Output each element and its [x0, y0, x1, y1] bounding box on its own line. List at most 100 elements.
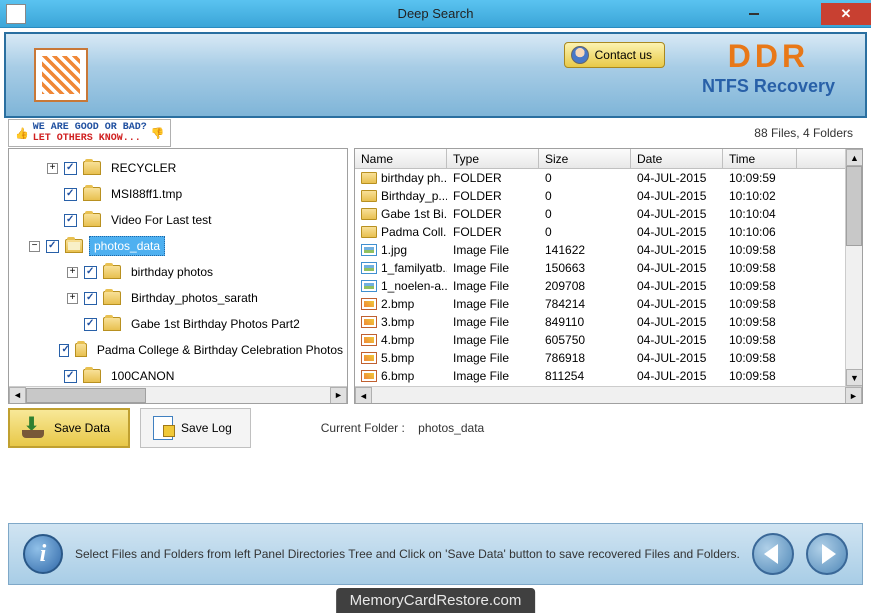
expander-placeholder	[47, 371, 58, 382]
cell-name: 1_familyatb...	[355, 261, 447, 275]
tree-node[interactable]: + RECYCLER	[9, 155, 347, 181]
file-row[interactable]: Gabe 1st Bi...FOLDER004-JUL-201510:10:04	[355, 205, 845, 223]
cell-time: 10:09:58	[723, 279, 797, 293]
file-row[interactable]: 6.bmpImage File81125404-JUL-201510:09:58	[355, 367, 845, 385]
file-row[interactable]: 1_familyatb...Image File15066304-JUL-201…	[355, 259, 845, 277]
tree-checkbox[interactable]	[64, 214, 77, 227]
maximize-button[interactable]	[776, 3, 821, 25]
column-header-time[interactable]: Time	[723, 149, 797, 168]
folder-icon	[65, 239, 83, 253]
cell-type: Image File	[447, 243, 539, 257]
scroll-left-icon[interactable]: ◄	[9, 387, 26, 404]
file-row[interactable]: 2.bmpImage File78421404-JUL-201510:09:58	[355, 295, 845, 313]
save-data-button[interactable]: Save Data	[8, 408, 130, 448]
tree-node[interactable]: Video For Last test	[9, 207, 347, 233]
tree-checkbox[interactable]	[84, 318, 97, 331]
scroll-right-icon[interactable]: ►	[330, 387, 347, 404]
file-list-vscrollbar[interactable]: ▲ ▼	[845, 149, 862, 386]
cell-time: 10:09:59	[723, 171, 797, 185]
tree-checkbox[interactable]	[84, 292, 97, 305]
tree-node[interactable]: + Birthday_photos_sarath	[9, 285, 347, 311]
column-header-size[interactable]: Size	[539, 149, 631, 168]
file-row[interactable]: 1_noelen-a...Image File20970804-JUL-2015…	[355, 277, 845, 295]
tree-checkbox[interactable]	[64, 188, 77, 201]
file-row[interactable]: 4.bmpImage File60575004-JUL-201510:09:58	[355, 331, 845, 349]
tree-node[interactable]: + birthday photos	[9, 259, 347, 285]
tree-node-label[interactable]: Gabe 1st Birthday Photos Part2	[127, 315, 304, 333]
tree-node-label[interactable]: birthday photos	[127, 263, 217, 281]
folder-icon	[83, 161, 101, 175]
cell-size: 0	[539, 207, 631, 221]
feedback-bar: WE ARE GOOD OR BAD? LET OTHERS KNOW... 8…	[8, 122, 863, 144]
column-header-name[interactable]: Name	[355, 149, 447, 168]
expand-icon[interactable]: +	[67, 293, 78, 304]
cell-size: 150663	[539, 261, 631, 275]
file-list-hscrollbar[interactable]: ◄ ►	[355, 386, 862, 403]
jpg-file-icon	[361, 262, 377, 274]
file-row[interactable]: birthday ph...FOLDER004-JUL-201510:09:59	[355, 169, 845, 187]
close-button[interactable]	[821, 3, 871, 25]
cell-type: Image File	[447, 351, 539, 365]
next-button[interactable]	[806, 533, 848, 575]
tree-node-label[interactable]: photos_data	[89, 236, 165, 256]
expand-icon[interactable]: +	[67, 267, 78, 278]
thumb-up-icon	[15, 126, 33, 140]
bmp-file-icon	[361, 352, 377, 364]
cell-date: 04-JUL-2015	[631, 279, 723, 293]
tree-hscrollbar[interactable]: ◄►	[9, 386, 347, 403]
tree-node-label[interactable]: Padma College & Birthday Celebration Pho…	[93, 341, 347, 359]
minimize-button[interactable]	[731, 3, 776, 25]
column-header-type[interactable]: Type	[447, 149, 539, 168]
file-row[interactable]: Padma Coll...FOLDER004-JUL-201510:10:06	[355, 223, 845, 241]
tree-node-label[interactable]: MSI88ff1.tmp	[107, 185, 186, 203]
folder-icon	[103, 265, 121, 279]
folder-icon	[103, 317, 121, 331]
app-icon	[6, 4, 26, 24]
file-row[interactable]: 5.bmpImage File78691804-JUL-201510:09:58	[355, 349, 845, 367]
expander-placeholder	[67, 319, 78, 330]
tree-checkbox[interactable]	[84, 266, 97, 279]
bmp-file-icon	[361, 370, 377, 382]
cell-name: 4.bmp	[355, 333, 447, 347]
scroll-right-icon[interactable]: ►	[845, 387, 862, 404]
back-button[interactable]	[752, 533, 794, 575]
feedback-button[interactable]: WE ARE GOOD OR BAD? LET OTHERS KNOW...	[8, 119, 171, 147]
folder-tree[interactable]: + RECYCLER MSI88ff1.tmp Video For Last test…	[8, 148, 348, 404]
cell-time: 10:09:58	[723, 315, 797, 329]
tree-checkbox[interactable]	[59, 344, 68, 357]
column-header-date[interactable]: Date	[631, 149, 723, 168]
file-row[interactable]: Birthday_p...FOLDER004-JUL-201510:10:02	[355, 187, 845, 205]
tree-node[interactable]: − photos_data	[9, 233, 347, 259]
cell-date: 04-JUL-2015	[631, 297, 723, 311]
file-count-label: 88 Files, 4 Folders	[754, 126, 853, 140]
cell-type: FOLDER	[447, 207, 539, 221]
cell-type: Image File	[447, 315, 539, 329]
scroll-up-icon[interactable]: ▲	[846, 149, 862, 166]
cell-name: 6.bmp	[355, 369, 447, 383]
contact-us-button[interactable]: Contact us	[564, 42, 665, 68]
tree-node-label[interactable]: Video For Last test	[107, 211, 216, 229]
tree-node[interactable]: Gabe 1st Birthday Photos Part2	[9, 311, 347, 337]
cell-size: 811254	[539, 369, 631, 383]
file-row[interactable]: 3.bmpImage File84911004-JUL-201510:09:58	[355, 313, 845, 331]
file-row[interactable]: 1.jpgImage File14162204-JUL-201510:09:58	[355, 241, 845, 259]
scroll-left-icon[interactable]: ◄	[355, 387, 372, 404]
expand-icon[interactable]: +	[47, 163, 58, 174]
tree-checkbox[interactable]	[46, 240, 59, 253]
scroll-down-icon[interactable]: ▼	[846, 369, 862, 386]
tree-checkbox[interactable]	[64, 162, 77, 175]
tree-node[interactable]: Padma College & Birthday Celebration Pho…	[9, 337, 347, 363]
tree-node-label[interactable]: 100CANON	[107, 367, 178, 385]
bmp-file-icon	[361, 316, 377, 328]
tree-node-label[interactable]: Birthday_photos_sarath	[127, 289, 262, 307]
tree-node-label[interactable]: RECYCLER	[107, 159, 180, 177]
save-log-button[interactable]: Save Log	[140, 408, 251, 448]
cell-time: 10:10:06	[723, 225, 797, 239]
folder-icon	[83, 187, 101, 201]
tree-checkbox[interactable]	[64, 370, 77, 383]
tree-node[interactable]: MSI88ff1.tmp	[9, 181, 347, 207]
collapse-icon[interactable]: −	[29, 241, 40, 252]
cell-date: 04-JUL-2015	[631, 261, 723, 275]
file-list-body[interactable]: birthday ph...FOLDER004-JUL-201510:09:59…	[355, 169, 845, 386]
brand-top: DDR	[702, 40, 835, 72]
